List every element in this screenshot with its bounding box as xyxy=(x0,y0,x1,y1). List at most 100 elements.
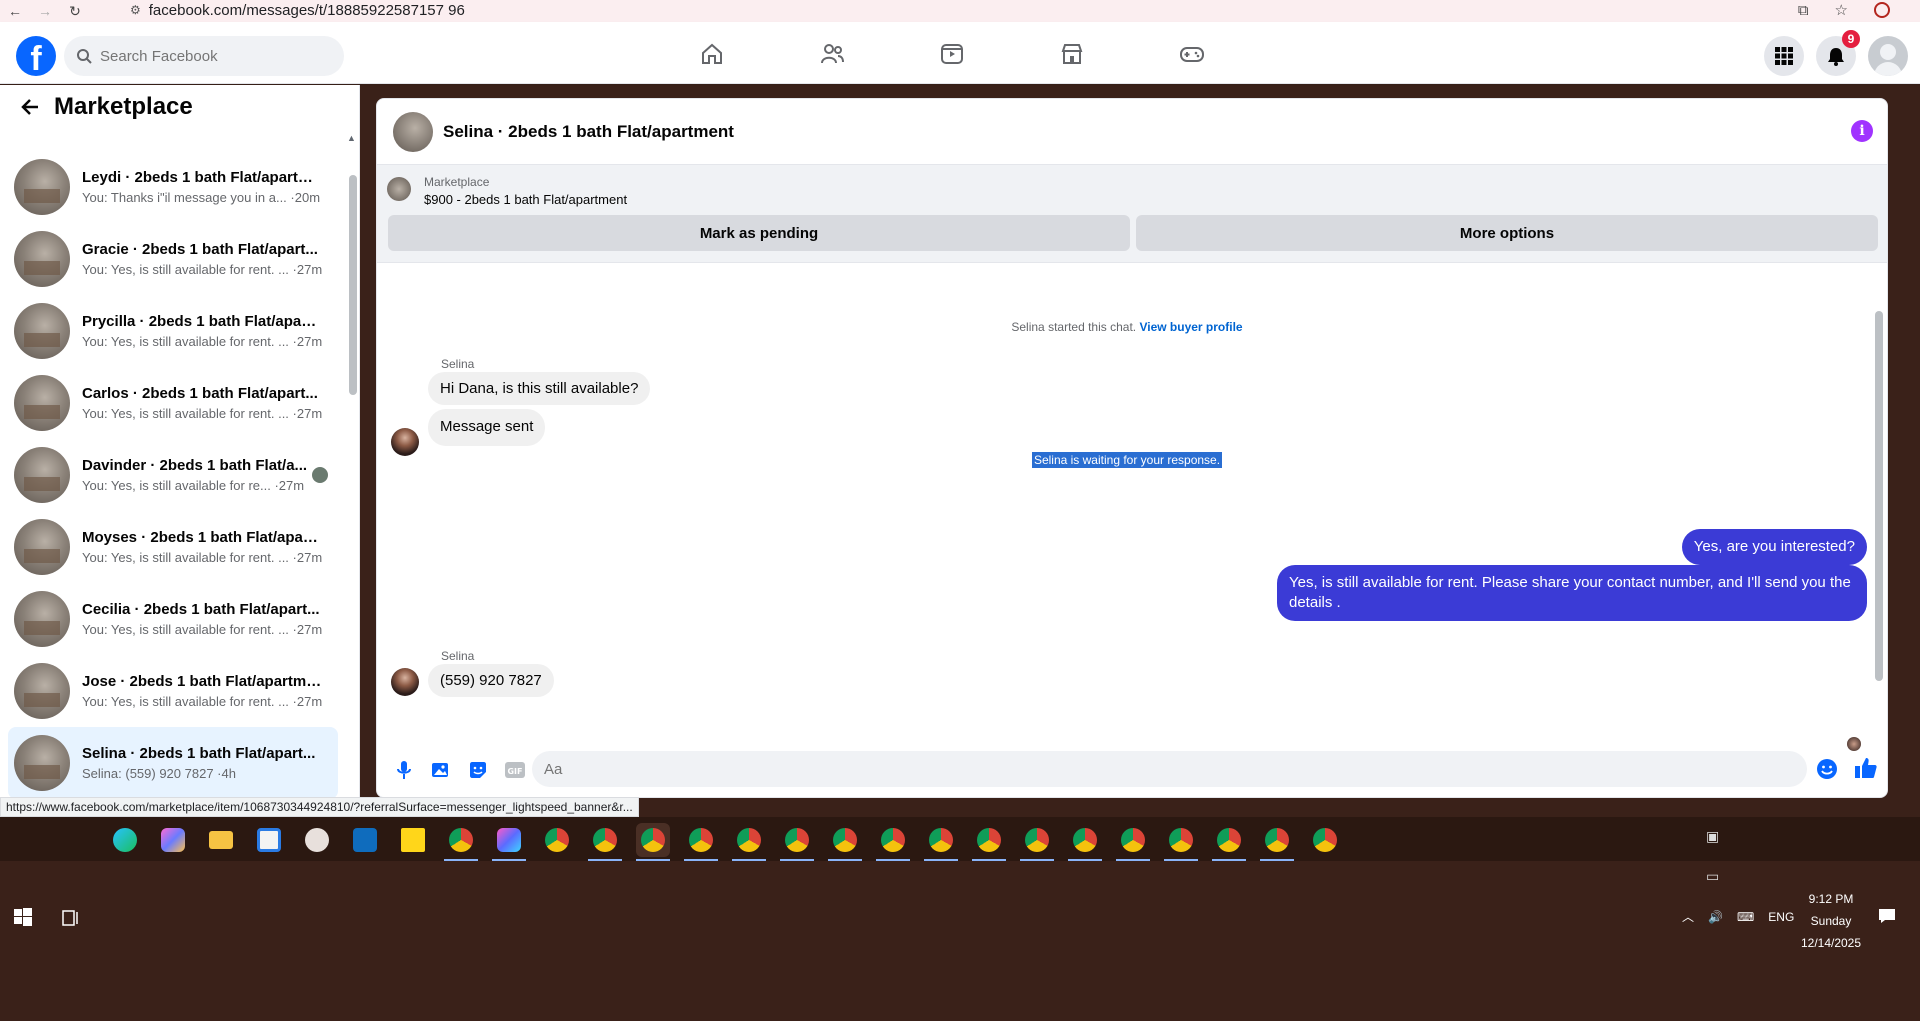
gif-icon[interactable]: GIF xyxy=(496,762,533,778)
incoming-message[interactable]: Hi Dana, is this still available? xyxy=(428,372,651,405)
microphone-icon[interactable] xyxy=(385,760,422,780)
language-indicator[interactable]: ENG xyxy=(1768,910,1794,924)
photo-icon[interactable] xyxy=(422,760,459,780)
menu-grid-icon[interactable] xyxy=(1764,36,1804,76)
file-explorer-icon[interactable] xyxy=(204,823,238,857)
copilot-icon[interactable] xyxy=(156,823,190,857)
meet-now-icon[interactable]: ▣ xyxy=(1706,828,1719,845)
outgoing-message[interactable]: Yes, is still available for rent. Please… xyxy=(1277,565,1867,621)
search-box[interactable] xyxy=(64,36,344,76)
chrome-profile-icon[interactable] xyxy=(1164,823,1198,861)
marketplace-nav-icon[interactable] xyxy=(1012,30,1132,78)
chrome-profile-icon[interactable] xyxy=(1212,823,1246,861)
install-icon[interactable]: ⧉ xyxy=(1798,2,1809,19)
conversation-scrollbar[interactable] xyxy=(349,175,357,395)
chrome-profile-icon[interactable] xyxy=(1020,823,1054,861)
chrome-icon[interactable] xyxy=(444,823,478,861)
chrome-profile-icon[interactable] xyxy=(924,823,958,861)
chrome-profile-icon[interactable] xyxy=(876,823,910,861)
clock-time: 9:12 PM xyxy=(1808,892,1854,906)
conversation-item[interactable]: Carlos · 2beds 1 bath Flat/apart... You: … xyxy=(8,367,338,439)
conversation-item[interactable]: Davinder · 2beds 1 bath Flat/a... You: Ye… xyxy=(8,439,338,511)
conversation-item[interactable]: Cecilia · 2beds 1 bath Flat/apart... You:… xyxy=(8,583,338,655)
conversation-item[interactable]: Leydi · 2beds 1 bath Flat/apartm... You: … xyxy=(8,151,338,223)
facebook-header: f 9 xyxy=(0,22,1920,84)
conversation-item-active[interactable]: Selina · 2beds 1 bath Flat/apart... Selin… xyxy=(8,727,338,797)
sticker-icon[interactable] xyxy=(459,760,496,780)
conversation-preview: You: Yes, is still available for rent. .… xyxy=(82,622,323,637)
video-nav-icon[interactable] xyxy=(892,30,1012,78)
home-nav-icon[interactable] xyxy=(652,30,772,78)
outlook-icon[interactable] xyxy=(348,823,382,857)
listing-category: Marketplace xyxy=(424,175,490,189)
conversation-item[interactable]: Jose · 2beds 1 bath Flat/apartme... You: … xyxy=(8,655,338,727)
m365-icon[interactable] xyxy=(492,823,526,861)
emoji-icon[interactable] xyxy=(1816,758,1838,785)
chat-title[interactable]: Selina · 2beds 1 bath Flat/apartment xyxy=(443,122,734,142)
chat-scrollbar[interactable] xyxy=(1875,311,1883,681)
conversation-item[interactable]: Moyses · 2beds 1 bath Flat/apart... You: … xyxy=(8,511,338,583)
notifications-button[interactable]: 9 xyxy=(1816,30,1860,76)
thumbs-up-icon[interactable] xyxy=(1854,756,1878,785)
back-arrow-icon[interactable] xyxy=(20,97,40,117)
conversation-name: Cecilia · 2beds 1 bath Flat/apart... xyxy=(82,601,320,618)
incoming-message[interactable]: Message sent xyxy=(428,409,546,446)
store-icon[interactable] xyxy=(252,823,286,857)
chrome-profile-icon[interactable] xyxy=(1260,823,1294,861)
chat-listing-avatar[interactable] xyxy=(393,111,433,152)
reload-icon[interactable]: ↻ xyxy=(60,3,90,20)
sender-avatar[interactable] xyxy=(391,668,419,696)
outgoing-message[interactable]: Yes, are you interested? xyxy=(1681,529,1867,565)
listing-thumbnail xyxy=(14,447,70,503)
desktop-icon[interactable]: ▭ xyxy=(1706,868,1719,885)
keyboard-icon[interactable]: ⌨ xyxy=(1737,910,1754,924)
listing-thumbnail xyxy=(14,303,70,359)
chrome-profile-icon[interactable] xyxy=(972,823,1006,861)
chrome-profile-icon[interactable] xyxy=(588,823,622,861)
chrome-profile-icon[interactable] xyxy=(732,823,766,861)
sticky-notes-icon[interactable] xyxy=(396,823,430,857)
task-view-icon[interactable] xyxy=(62,910,80,931)
message-input[interactable] xyxy=(532,751,1807,787)
conversation-preview: You: Yes, is still available for rent. .… xyxy=(82,334,323,349)
conversation-item[interactable]: Prycilla · 2beds 1 bath Flat/apart... You… xyxy=(8,295,338,367)
chrome-profile-icon[interactable] xyxy=(1116,823,1150,861)
conversation-name: Jose · 2beds 1 bath Flat/apartme... xyxy=(82,673,322,690)
system-clock[interactable]: 9:12 PM Sunday 12/14/2025 xyxy=(1796,888,1866,954)
chrome-profile-icon[interactable] xyxy=(1308,823,1342,857)
conversation-preview: Selina: (559) 920 7827 ·4h xyxy=(82,766,236,781)
back-icon[interactable]: ← xyxy=(0,3,30,19)
gaming-nav-icon[interactable] xyxy=(1132,30,1252,78)
chrome-profile-icon[interactable] xyxy=(636,823,670,861)
search-input[interactable] xyxy=(100,47,320,65)
more-options-button[interactable]: More options xyxy=(1136,215,1878,251)
info-icon[interactable]: i xyxy=(1851,120,1873,142)
browser-profile-icon[interactable] xyxy=(1874,2,1890,18)
listing-banner[interactable]: Marketplace $900 - 2beds 1 bath Flat/apa… xyxy=(377,165,1887,263)
site-info-icon[interactable]: ⚙ xyxy=(130,3,141,17)
chrome-profile-icon[interactable] xyxy=(684,823,718,861)
listing-thumbnail xyxy=(14,735,70,791)
chrome-profile-icon[interactable] xyxy=(1068,823,1102,861)
incoming-message[interactable]: (559) 920 7827 xyxy=(428,664,554,697)
show-hidden-icons-icon[interactable]: ︿ xyxy=(1682,908,1694,925)
view-buyer-profile-link[interactable]: View buyer profile xyxy=(1139,320,1242,334)
forward-icon[interactable]: → xyxy=(30,3,60,19)
notification-center-icon[interactable] xyxy=(1878,908,1896,929)
cloud-app-icon[interactable] xyxy=(300,823,334,857)
edge-icon[interactable] xyxy=(108,823,142,857)
scroll-up-icon[interactable]: ▲ xyxy=(347,133,356,143)
volume-icon[interactable]: 🔊 xyxy=(1708,910,1723,924)
windows-start-icon[interactable] xyxy=(14,908,32,931)
account-avatar[interactable] xyxy=(1868,36,1908,76)
chrome-profile-icon[interactable] xyxy=(780,823,814,861)
chrome-profile-icon[interactable] xyxy=(540,823,574,857)
mark-as-pending-button[interactable]: Mark as pending xyxy=(388,215,1130,251)
friends-nav-icon[interactable] xyxy=(772,30,892,78)
chrome-profile-icon[interactable] xyxy=(828,823,862,861)
facebook-logo-icon[interactable]: f xyxy=(16,36,56,76)
address-bar[interactable]: ⚙ facebook.com/messages/t/18885922587157… xyxy=(130,0,465,20)
conversation-item[interactable]: Gracie · 2beds 1 bath Flat/apart... You: … xyxy=(8,223,338,295)
bookmark-star-icon[interactable]: ☆ xyxy=(1835,1,1848,19)
conversation-preview: You: Yes, is still available for rent. .… xyxy=(82,550,323,565)
